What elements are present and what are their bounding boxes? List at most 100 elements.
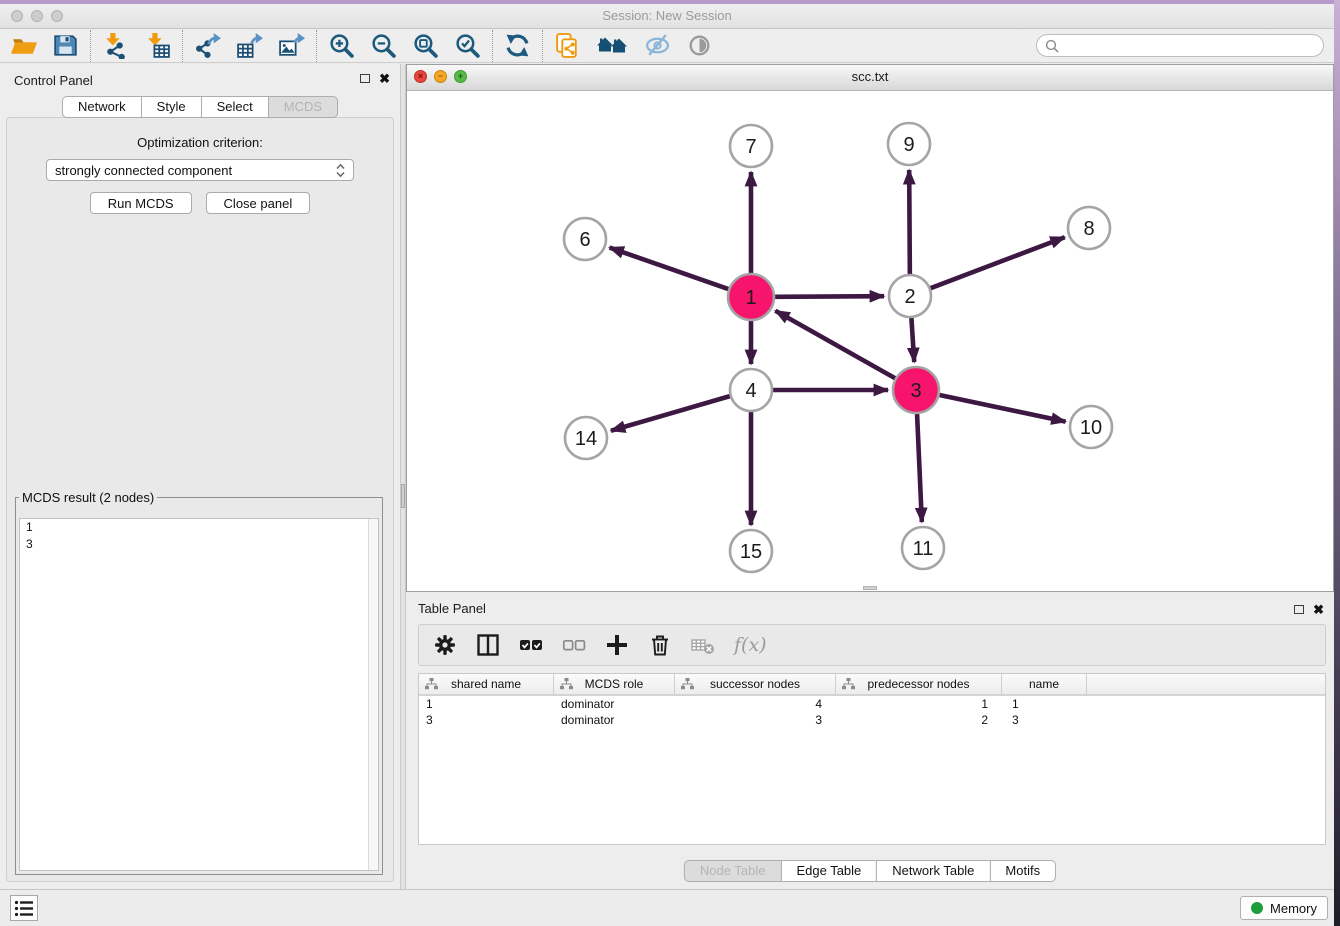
close-panel-button[interactable]: Close panel bbox=[206, 192, 311, 214]
clone-network-icon[interactable] bbox=[554, 32, 581, 59]
show-all-networks-icon[interactable] bbox=[596, 32, 629, 59]
table-cell[interactable]: dominator bbox=[554, 712, 675, 728]
task-list-icon bbox=[14, 899, 35, 918]
table-cell[interactable]: 1 bbox=[1002, 696, 1087, 712]
node-14[interactable]: 14 bbox=[565, 417, 607, 459]
network-graph[interactable]: 1 2 3 4 6 7 8 9 10 11 14 15 bbox=[407, 90, 1333, 591]
node-11[interactable]: 11 bbox=[902, 527, 944, 569]
zoom-out-icon[interactable] bbox=[370, 32, 397, 59]
tab-network-table[interactable]: Network Table bbox=[876, 860, 990, 882]
criterion-dropdown[interactable]: strongly connected component bbox=[46, 159, 354, 181]
edge-3-10[interactable] bbox=[939, 395, 1065, 422]
refresh-layout-icon[interactable] bbox=[504, 32, 531, 59]
node-9[interactable]: 9 bbox=[888, 123, 930, 165]
node-1[interactable]: 1 bbox=[728, 274, 774, 320]
run-mcds-button[interactable]: Run MCDS bbox=[90, 192, 192, 214]
hide-graphics-details-icon[interactable] bbox=[644, 32, 671, 59]
tab-style[interactable]: Style bbox=[141, 96, 202, 118]
edge-2-8[interactable] bbox=[931, 237, 1065, 288]
deselect-all-icon[interactable] bbox=[562, 633, 586, 657]
edge-1-2[interactable] bbox=[775, 296, 884, 297]
float-panel-icon[interactable] bbox=[360, 74, 370, 83]
close-panel-icon[interactable]: ✖ bbox=[379, 73, 390, 84]
network-canvas[interactable]: 1 2 3 4 6 7 8 9 10 11 14 15 bbox=[407, 90, 1333, 591]
result-scrollbar[interactable] bbox=[368, 519, 378, 870]
node-label: 6 bbox=[579, 229, 590, 251]
table-cell[interactable]: 4 bbox=[675, 696, 836, 712]
node-10[interactable]: 10 bbox=[1070, 406, 1112, 448]
table-body: 1dominator4113dominator323 bbox=[419, 696, 1325, 728]
node-7[interactable]: 7 bbox=[730, 125, 772, 167]
result-item[interactable]: 3 bbox=[20, 536, 378, 553]
zoom-in-icon[interactable] bbox=[328, 32, 355, 59]
column-header-MCDS-role[interactable]: MCDS role bbox=[554, 674, 675, 694]
delete-table-icon[interactable] bbox=[691, 633, 715, 657]
edge-3-1[interactable] bbox=[775, 311, 895, 378]
export-table-icon[interactable] bbox=[236, 32, 263, 59]
table-row[interactable]: 3dominator323 bbox=[419, 712, 1325, 728]
table-cell[interactable]: 3 bbox=[675, 712, 836, 728]
node-3[interactable]: 3 bbox=[893, 367, 939, 413]
tab-node-table[interactable]: Node Table bbox=[684, 860, 782, 882]
split-handle[interactable] bbox=[401, 484, 405, 508]
network-window-titlebar[interactable]: × − + scc.txt bbox=[407, 65, 1333, 91]
table-cell[interactable]: 1 bbox=[419, 696, 554, 712]
tab-motifs[interactable]: Motifs bbox=[989, 860, 1056, 882]
function-builder-icon[interactable]: f(x) bbox=[734, 634, 767, 656]
memory-label: Memory bbox=[1270, 901, 1317, 916]
table-settings-icon[interactable] bbox=[433, 633, 457, 657]
tab-network[interactable]: Network bbox=[62, 96, 142, 118]
zoom-selected-icon[interactable] bbox=[454, 32, 481, 59]
edge-2-3[interactable] bbox=[911, 318, 914, 362]
table-cell[interactable]: 1 bbox=[836, 696, 1002, 712]
open-folder-icon[interactable] bbox=[10, 32, 37, 59]
column-header-predecessor-nodes[interactable]: predecessor nodes bbox=[836, 674, 1002, 694]
task-history-button[interactable] bbox=[10, 895, 38, 921]
node-15[interactable]: 15 bbox=[730, 530, 772, 572]
split-view-icon[interactable] bbox=[476, 633, 500, 657]
node-label: 7 bbox=[745, 136, 756, 158]
edge-2-9[interactable] bbox=[909, 170, 910, 274]
import-network-icon[interactable] bbox=[102, 32, 129, 59]
select-all-icon[interactable] bbox=[519, 633, 543, 657]
close-table-panel-icon[interactable]: ✖ bbox=[1313, 604, 1324, 615]
toolbar-separator bbox=[316, 30, 317, 62]
node-table[interactable]: shared nameMCDS rolesuccessor nodesprede… bbox=[418, 673, 1326, 845]
table-cell[interactable]: 2 bbox=[836, 712, 1002, 728]
node-2[interactable]: 2 bbox=[889, 275, 931, 317]
column-header-successor-nodes[interactable]: successor nodes bbox=[675, 674, 836, 694]
tab-mcds[interactable]: MCDS bbox=[268, 96, 338, 118]
show-graphics-details-icon[interactable] bbox=[686, 32, 713, 59]
status-bar: Memory bbox=[0, 889, 1340, 926]
table-cell[interactable]: dominator bbox=[554, 696, 675, 712]
edge-3-11[interactable] bbox=[917, 414, 922, 522]
add-column-icon[interactable] bbox=[605, 633, 629, 657]
delete-column-icon[interactable] bbox=[648, 633, 672, 657]
export-network-icon[interactable] bbox=[194, 32, 221, 59]
column-header-shared-name[interactable]: shared name bbox=[419, 674, 554, 694]
table-cell[interactable]: 3 bbox=[1002, 712, 1087, 728]
export-image-icon[interactable] bbox=[278, 32, 305, 59]
table-row[interactable]: 1dominator411 bbox=[419, 696, 1325, 712]
zoom-fit-icon[interactable] bbox=[412, 32, 439, 59]
tab-select[interactable]: Select bbox=[201, 96, 269, 118]
node-4[interactable]: 4 bbox=[730, 369, 772, 411]
search-input[interactable] bbox=[1064, 37, 1315, 54]
table-cell[interactable]: 3 bbox=[419, 712, 554, 728]
save-icon[interactable] bbox=[52, 32, 79, 59]
mcds-result-list[interactable]: 13 bbox=[19, 518, 379, 871]
node-6[interactable]: 6 bbox=[564, 218, 606, 260]
result-item[interactable]: 1 bbox=[20, 519, 378, 536]
memory-button[interactable]: Memory bbox=[1240, 896, 1328, 920]
criterion-value: strongly connected component bbox=[55, 163, 336, 178]
edge-1-6[interactable] bbox=[610, 248, 729, 290]
search-box[interactable] bbox=[1036, 34, 1324, 57]
tab-edge-table[interactable]: Edge Table bbox=[780, 860, 877, 882]
column-header-name[interactable]: name bbox=[1002, 674, 1087, 694]
node-8[interactable]: 8 bbox=[1068, 207, 1110, 249]
import-table-icon[interactable] bbox=[144, 32, 171, 59]
node-label: 10 bbox=[1080, 417, 1102, 439]
float-table-panel-icon[interactable] bbox=[1294, 605, 1304, 614]
network-resize-handle[interactable] bbox=[863, 586, 877, 590]
edge-4-14[interactable] bbox=[611, 396, 730, 431]
